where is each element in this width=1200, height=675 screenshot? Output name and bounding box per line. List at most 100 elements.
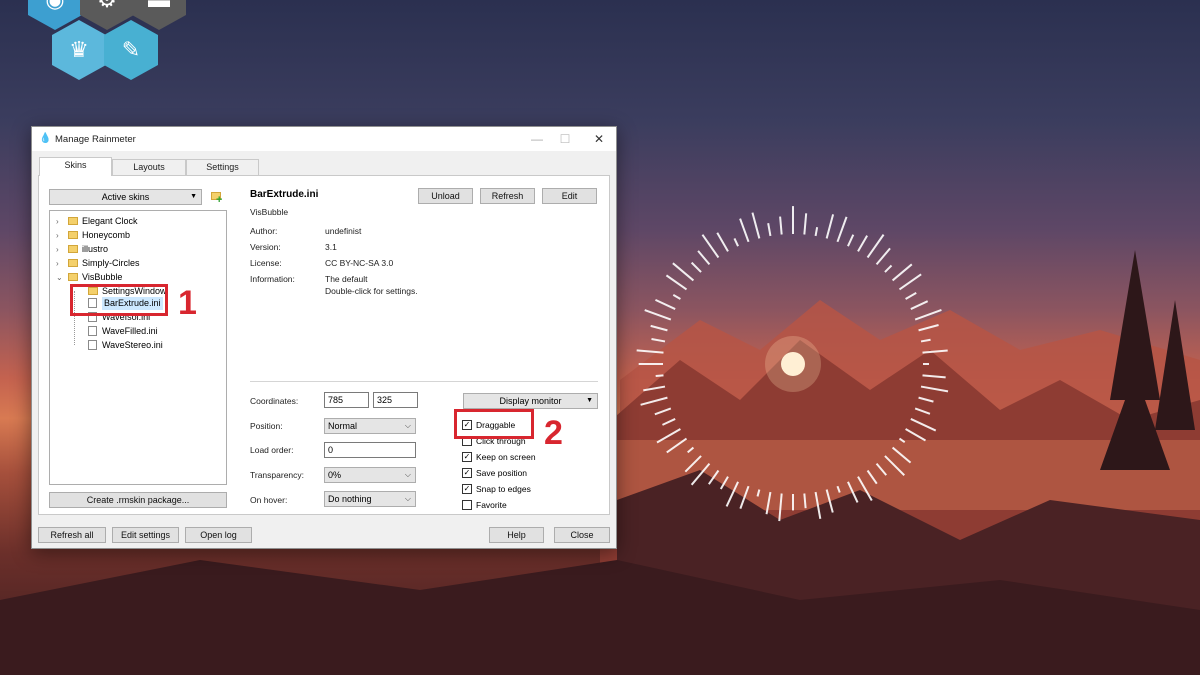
window-icon: ▬: [148, 0, 170, 13]
tree-item-label: Honeycomb: [82, 230, 131, 240]
coord-x-input[interactable]: 785: [324, 392, 369, 408]
checkbox-label: Favorite: [476, 500, 507, 510]
position-select[interactable]: Normal ⌵: [324, 418, 416, 434]
add-skin-icon[interactable]: +: [210, 189, 224, 206]
visualizer-bar: [905, 291, 917, 300]
edit-button[interactable]: Edit: [542, 188, 597, 204]
information-value: The default: [325, 274, 368, 284]
manage-rainmeter-window: 💧 Manage Rainmeter — ☐ ✕ Skins Layouts S…: [31, 126, 617, 549]
chrome-icon: ◉: [45, 0, 64, 13]
open-log-button[interactable]: Open log: [185, 527, 252, 543]
information-label: Information:: [250, 274, 295, 284]
visualizer-bar: [665, 274, 688, 291]
display-monitor-dropdown[interactable]: Display monitor ▼: [463, 393, 598, 409]
folder-icon: [68, 217, 78, 225]
author-label: Author:: [250, 226, 278, 236]
tree-item-label: Simply-Circles: [82, 258, 140, 268]
checkbox-save-position[interactable]: ✓ Save position: [462, 467, 562, 479]
help-button[interactable]: Help: [489, 527, 544, 543]
visualizer-bar: [672, 294, 681, 300]
on-hover-select[interactable]: Do nothing ⌵: [324, 491, 416, 507]
title-bar[interactable]: 💧 Manage Rainmeter — ☐ ✕: [32, 127, 616, 151]
tab-layouts[interactable]: Layouts: [112, 159, 186, 175]
folder-icon: [68, 273, 78, 281]
visualizer-bar: [751, 212, 761, 239]
checkbox-empty-icon[interactable]: [462, 500, 472, 510]
visualizer-bar: [891, 263, 913, 282]
visualizer-bar: [803, 493, 807, 509]
visualizer-bar: [701, 234, 720, 259]
tab-settings[interactable]: Settings: [186, 159, 259, 175]
checkmark-icon[interactable]: ✓: [462, 484, 472, 494]
checkbox-label: Keep on screen: [476, 452, 536, 462]
chevron-right-icon[interactable]: ›: [56, 229, 64, 242]
version-label: Version:: [250, 242, 281, 252]
load-order-label: Load order:: [250, 445, 294, 455]
visualizer-bar: [779, 216, 783, 235]
visualizer-bar: [716, 232, 729, 252]
tree-folder-item[interactable]: › Elegant Clock: [50, 215, 226, 228]
dropdown-arrow-icon: ▼: [190, 193, 197, 200]
refresh-button[interactable]: Refresh: [480, 188, 535, 204]
tree-file-item[interactable]: WaveFilled.ini: [50, 325, 226, 338]
load-order-input[interactable]: 0: [324, 442, 416, 458]
transparency-value: 0%: [328, 470, 342, 480]
tree-file-item[interactable]: WaveStereo.ini: [50, 339, 226, 352]
skins-tree[interactable]: › Elegant Clock › Honeycomb › illustro › Simply…: [49, 210, 227, 485]
visualizer-bar: [690, 261, 702, 273]
trophy-icon: ♛: [69, 37, 89, 62]
checkmark-icon[interactable]: ✓: [462, 452, 472, 462]
visualizer-bar: [803, 213, 808, 235]
transparency-label: Transparency:: [250, 470, 305, 480]
close-button[interactable]: Close: [554, 527, 610, 543]
minimize-button[interactable]: —: [522, 129, 552, 149]
visualizer-bar: [739, 218, 750, 243]
chevron-right-icon[interactable]: ›: [56, 215, 64, 228]
annotation-box-2: [454, 409, 534, 439]
tree-folder-item[interactable]: › Simply-Circles: [50, 257, 226, 270]
file-icon: [88, 326, 97, 336]
tab-skins[interactable]: Skins: [39, 157, 112, 176]
refresh-all-button[interactable]: Refresh all: [38, 527, 106, 543]
annotation-box-1: [70, 284, 168, 316]
visualizer-bar: [672, 262, 695, 282]
position-value: Normal: [328, 421, 358, 431]
active-skins-dropdown[interactable]: Active skins ▼: [49, 189, 202, 205]
chevron-right-icon[interactable]: ›: [56, 257, 64, 270]
edit-icon: ✎: [121, 37, 141, 62]
visualizer-bar: [655, 374, 664, 378]
tree-folder-item[interactable]: › illustro: [50, 243, 226, 256]
unload-button[interactable]: Unload: [418, 188, 473, 204]
chevron-right-icon[interactable]: ›: [56, 243, 64, 256]
checkbox-snap-to-edges[interactable]: ✓ Snap to edges: [462, 483, 562, 495]
license-value: CC BY-NC-SA 3.0: [325, 258, 394, 268]
visualizer-bar: [814, 226, 819, 237]
visualizer-bar: [898, 273, 922, 291]
chevron-down-icon: ⌵: [404, 494, 411, 503]
on-hover-label: On hover:: [250, 495, 288, 505]
checkbox-label: Snap to edges: [476, 484, 531, 494]
checkbox-favorite[interactable]: Favorite: [462, 499, 562, 511]
visualizer-bar: [847, 234, 855, 247]
license-label: License:: [250, 258, 282, 268]
tree-folder-item[interactable]: ⌄ VisBubble: [50, 271, 226, 284]
visualizer-bar: [733, 237, 739, 247]
folder-icon: [68, 245, 78, 253]
skin-folder: VisBubble: [250, 207, 289, 217]
tree-folder-item[interactable]: › Honeycomb: [50, 229, 226, 242]
create-rmskin-package-button[interactable]: Create .rmskin package...: [49, 492, 227, 508]
gear-icon: ⚙: [97, 0, 117, 13]
coord-y-input[interactable]: 325: [373, 392, 418, 408]
rainmeter-drop-icon: 💧: [39, 133, 52, 144]
checkmark-icon[interactable]: ✓: [462, 468, 472, 478]
close-window-button[interactable]: ✕: [584, 129, 614, 149]
edit-settings-button[interactable]: Edit settings: [112, 527, 179, 543]
chevron-down-icon[interactable]: ⌄: [56, 271, 64, 284]
maximize-button[interactable]: ☐: [550, 129, 580, 149]
visualizer-bar: [697, 250, 711, 266]
file-icon: [88, 340, 97, 350]
transparency-select[interactable]: 0% ⌵: [324, 467, 416, 483]
visualizer-bar: [836, 216, 848, 243]
folder-icon: [68, 259, 78, 267]
visualizer-bar: [884, 264, 893, 273]
